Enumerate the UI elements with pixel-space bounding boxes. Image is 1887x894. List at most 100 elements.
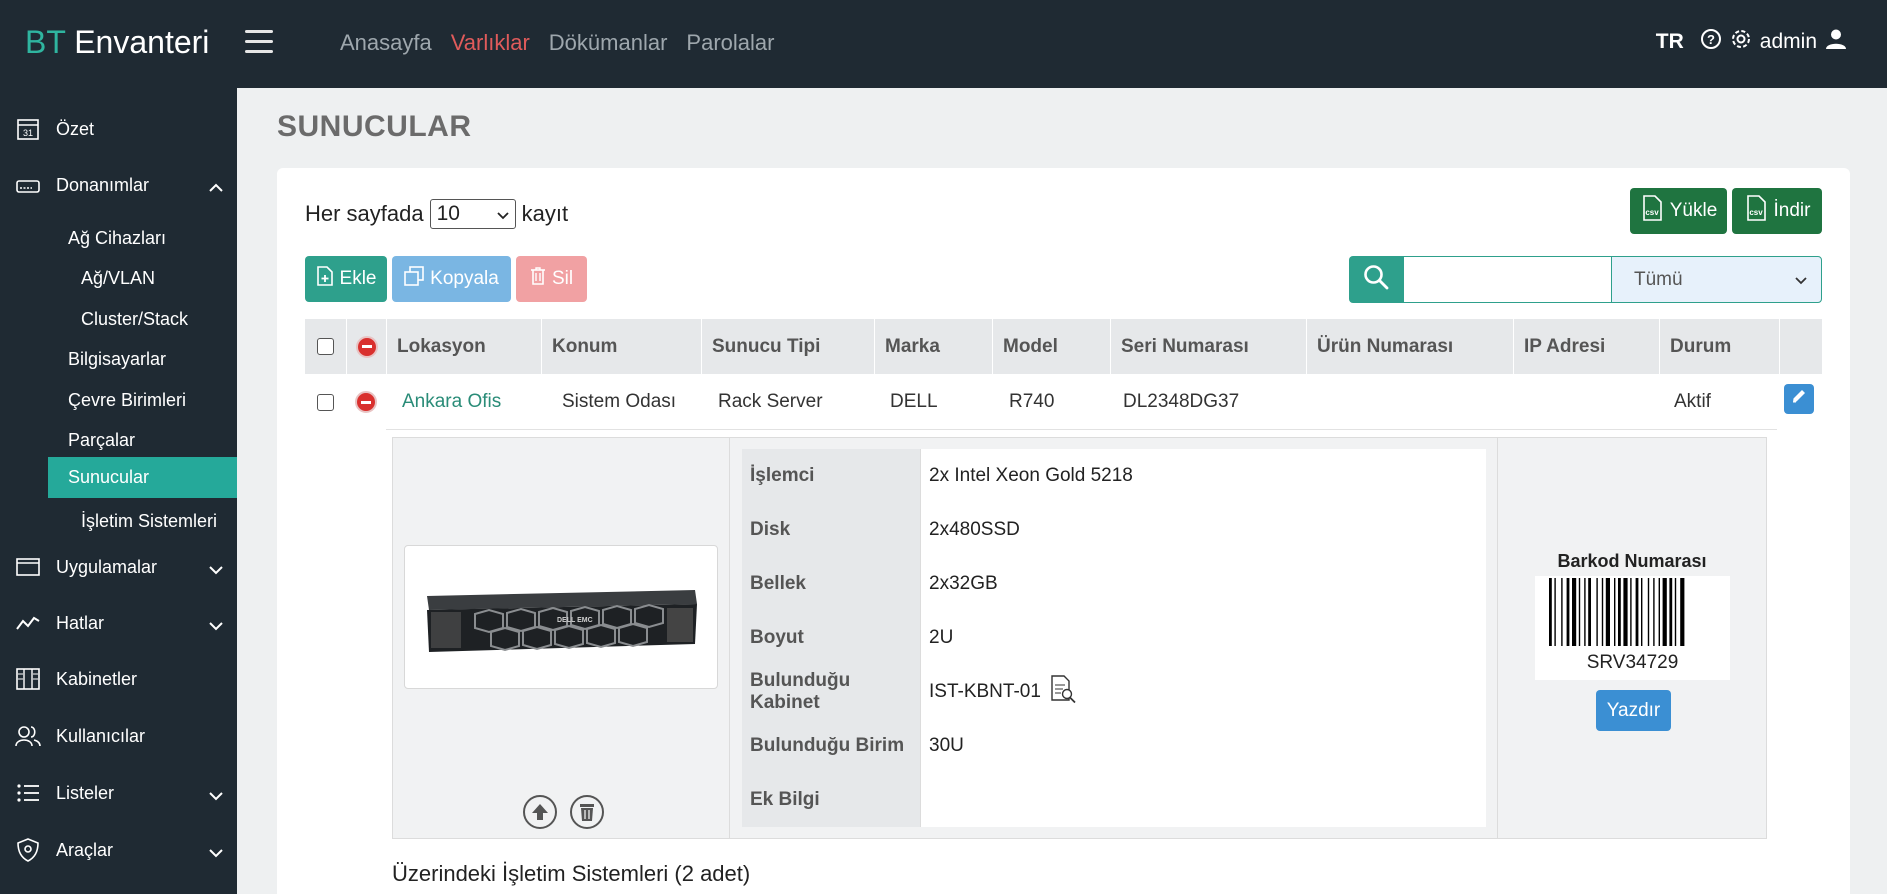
column-header-urun-numarasi[interactable]: Ürün Numarası xyxy=(1306,319,1513,374)
remove-icon[interactable] xyxy=(355,335,378,358)
nav-anasayfa[interactable]: Anasayfa xyxy=(340,30,432,56)
column-header-actions xyxy=(1779,319,1822,374)
sidebar-item-uygulamalar[interactable]: Uygulamalar xyxy=(0,547,237,587)
top-bar: BT Envanteri Anasayfa Varlıklar Dökümanl… xyxy=(0,0,1887,88)
remove-icon[interactable] xyxy=(355,391,377,413)
spec-row: Bellek 2x32GB xyxy=(742,557,1486,611)
spec-value: 2x Intel Xeon Gold 5218 xyxy=(920,449,1486,503)
delete-all-cell xyxy=(346,319,386,374)
spec-value-kabinet: IST-KBNT-01 xyxy=(920,665,1486,719)
delete-button[interactable]: Sil xyxy=(516,256,587,302)
cabinet-icon xyxy=(14,665,42,693)
upload-image-icon[interactable] xyxy=(523,795,557,829)
menu-toggle-icon[interactable] xyxy=(245,30,273,54)
nav-dokumanlar[interactable]: Dökümanlar xyxy=(549,30,668,56)
sidebar-item-donanimlar[interactable]: Donanımlar xyxy=(0,165,237,205)
spec-row: İşlemci 2x Intel Xeon Gold 5218 xyxy=(742,449,1486,503)
sidebar-item-cevre[interactable]: Çevre Birimleri xyxy=(68,385,186,415)
column-header-lokasyon[interactable]: Lokasyon xyxy=(386,319,541,374)
cell-sunucu-tipi: Rack Server xyxy=(718,391,823,412)
document-search-icon[interactable] xyxy=(1049,674,1077,710)
column-header-ip-adresi[interactable]: IP Adresi xyxy=(1513,319,1659,374)
table-row: Ankara Ofis Sistem Odası Rack Server DEL… xyxy=(305,374,1822,430)
spec-value xyxy=(920,773,1486,827)
copy-icon xyxy=(404,266,424,292)
column-header-seri-numarasi[interactable]: Seri Numarası xyxy=(1110,319,1306,374)
sidebar-item-isletim[interactable]: İşletim Sistemleri xyxy=(81,506,217,536)
sidebar-item-ozet[interactable]: 31 Özet xyxy=(0,109,237,149)
spec-key: İşlemci xyxy=(742,449,920,503)
server-image: DELL EMC xyxy=(404,545,718,689)
cell-lokasyon-link[interactable]: Ankara Ofis xyxy=(386,374,541,430)
nav-varliklar[interactable]: Varlıklar xyxy=(451,30,530,56)
top-nav: Anasayfa Varlıklar Dökümanlar Parolalar xyxy=(340,30,774,56)
search-button[interactable] xyxy=(1349,256,1403,303)
cell-konum: Sistem Odası xyxy=(562,391,677,412)
search-input[interactable] xyxy=(1403,256,1612,303)
select-all-checkbox[interactable] xyxy=(317,338,334,355)
list-icon xyxy=(14,779,42,807)
page-title: SUNUCULAR xyxy=(277,110,472,143)
cell-seri-numarasi: DL2348DG37 xyxy=(1123,391,1240,412)
upload-csv-button[interactable]: csv Yükle xyxy=(1630,188,1727,234)
sidebar-item-sunucular[interactable]: Sunucular xyxy=(48,457,237,498)
add-button[interactable]: Ekle xyxy=(305,256,387,302)
row-select-cell xyxy=(305,374,346,430)
row-delete-cell xyxy=(346,374,386,430)
user-icon[interactable] xyxy=(1825,28,1847,56)
sidebar-item-listeler[interactable]: Listeler xyxy=(0,773,237,813)
row-checkbox[interactable] xyxy=(317,393,334,411)
gear-icon[interactable] xyxy=(1730,28,1752,56)
sidebar-item-kullanicilar[interactable]: Kullanıcılar xyxy=(0,716,237,756)
spec-key: Bellek xyxy=(742,557,920,611)
copy-button[interactable]: Kopyala xyxy=(392,256,511,302)
search-icon xyxy=(1363,264,1389,296)
spec-row: Bulunduğu Birim 30U xyxy=(742,719,1486,773)
cell-marka: DELL xyxy=(890,391,938,412)
column-header-marka[interactable]: Marka xyxy=(874,319,992,374)
pencil-icon xyxy=(1790,387,1808,411)
chevron-down-icon xyxy=(209,615,223,636)
sidebar-item-kabinetler[interactable]: Kabinetler xyxy=(0,659,237,699)
chevron-down-icon xyxy=(496,202,509,226)
sidebar-item-araclar[interactable]: Araçlar xyxy=(0,830,237,870)
top-right-tools: TR ? admin xyxy=(1656,28,1847,56)
spec-value: 2x32GB xyxy=(920,557,1486,611)
print-button[interactable]: Yazdır xyxy=(1596,690,1671,731)
sidebar-item-parcalar[interactable]: Parçalar xyxy=(68,425,135,455)
spec-value: 30U xyxy=(920,719,1486,773)
sidebar-item-ag-vlan[interactable]: Ağ/VLAN xyxy=(81,263,155,293)
sidebar-item-ag-cihazlari[interactable]: Ağ Cihazları xyxy=(68,223,166,253)
edit-button[interactable] xyxy=(1784,384,1814,414)
filter-select[interactable]: Tümü xyxy=(1611,256,1822,303)
spec-value: 2x480SSD xyxy=(920,503,1486,557)
download-csv-button[interactable]: csv İndir xyxy=(1732,188,1822,234)
column-header-durum[interactable]: Durum xyxy=(1659,319,1779,374)
user-name[interactable]: admin xyxy=(1760,30,1817,54)
sidebar-item-bilgisayarlar[interactable]: Bilgisayarlar xyxy=(68,344,166,374)
chevron-down-icon xyxy=(1795,269,1807,291)
spec-row: Disk 2x480SSD xyxy=(742,503,1486,557)
chevron-down-icon xyxy=(209,842,223,863)
spec-key: Bulunduğu Birim xyxy=(742,719,920,773)
hdd-icon xyxy=(14,171,42,199)
svg-text:?: ? xyxy=(1707,32,1715,47)
sidebar-item-hatlar[interactable]: Hatlar xyxy=(0,603,237,643)
sidebar-item-cluster[interactable]: Cluster/Stack xyxy=(81,304,188,334)
column-header-konum[interactable]: Konum xyxy=(541,319,701,374)
delete-image-icon[interactable] xyxy=(570,795,604,829)
select-all-cell xyxy=(305,319,346,374)
barcode-number: SRV34729 xyxy=(1586,652,1679,673)
nav-parolalar[interactable]: Parolalar xyxy=(686,30,774,56)
table-header: Lokasyon Konum Sunucu Tipi Marka Model S… xyxy=(305,319,1822,374)
per-page-select[interactable]: 10 xyxy=(429,199,516,229)
os-section-title: Üzerindeki İşletim Sistemleri (2 adet) xyxy=(392,861,751,886)
spec-key: Bulunduğu Kabinet xyxy=(742,665,920,719)
column-header-sunucu-tipi[interactable]: Sunucu Tipi xyxy=(701,319,874,374)
spec-value: 2U xyxy=(920,611,1486,665)
cell-ip-adresi xyxy=(1513,374,1659,430)
brand-logo[interactable]: BT Envanteri xyxy=(25,24,209,61)
help-icon[interactable]: ? xyxy=(1700,28,1722,56)
column-header-model[interactable]: Model xyxy=(992,319,1110,374)
language-switch[interactable]: TR xyxy=(1656,30,1684,54)
